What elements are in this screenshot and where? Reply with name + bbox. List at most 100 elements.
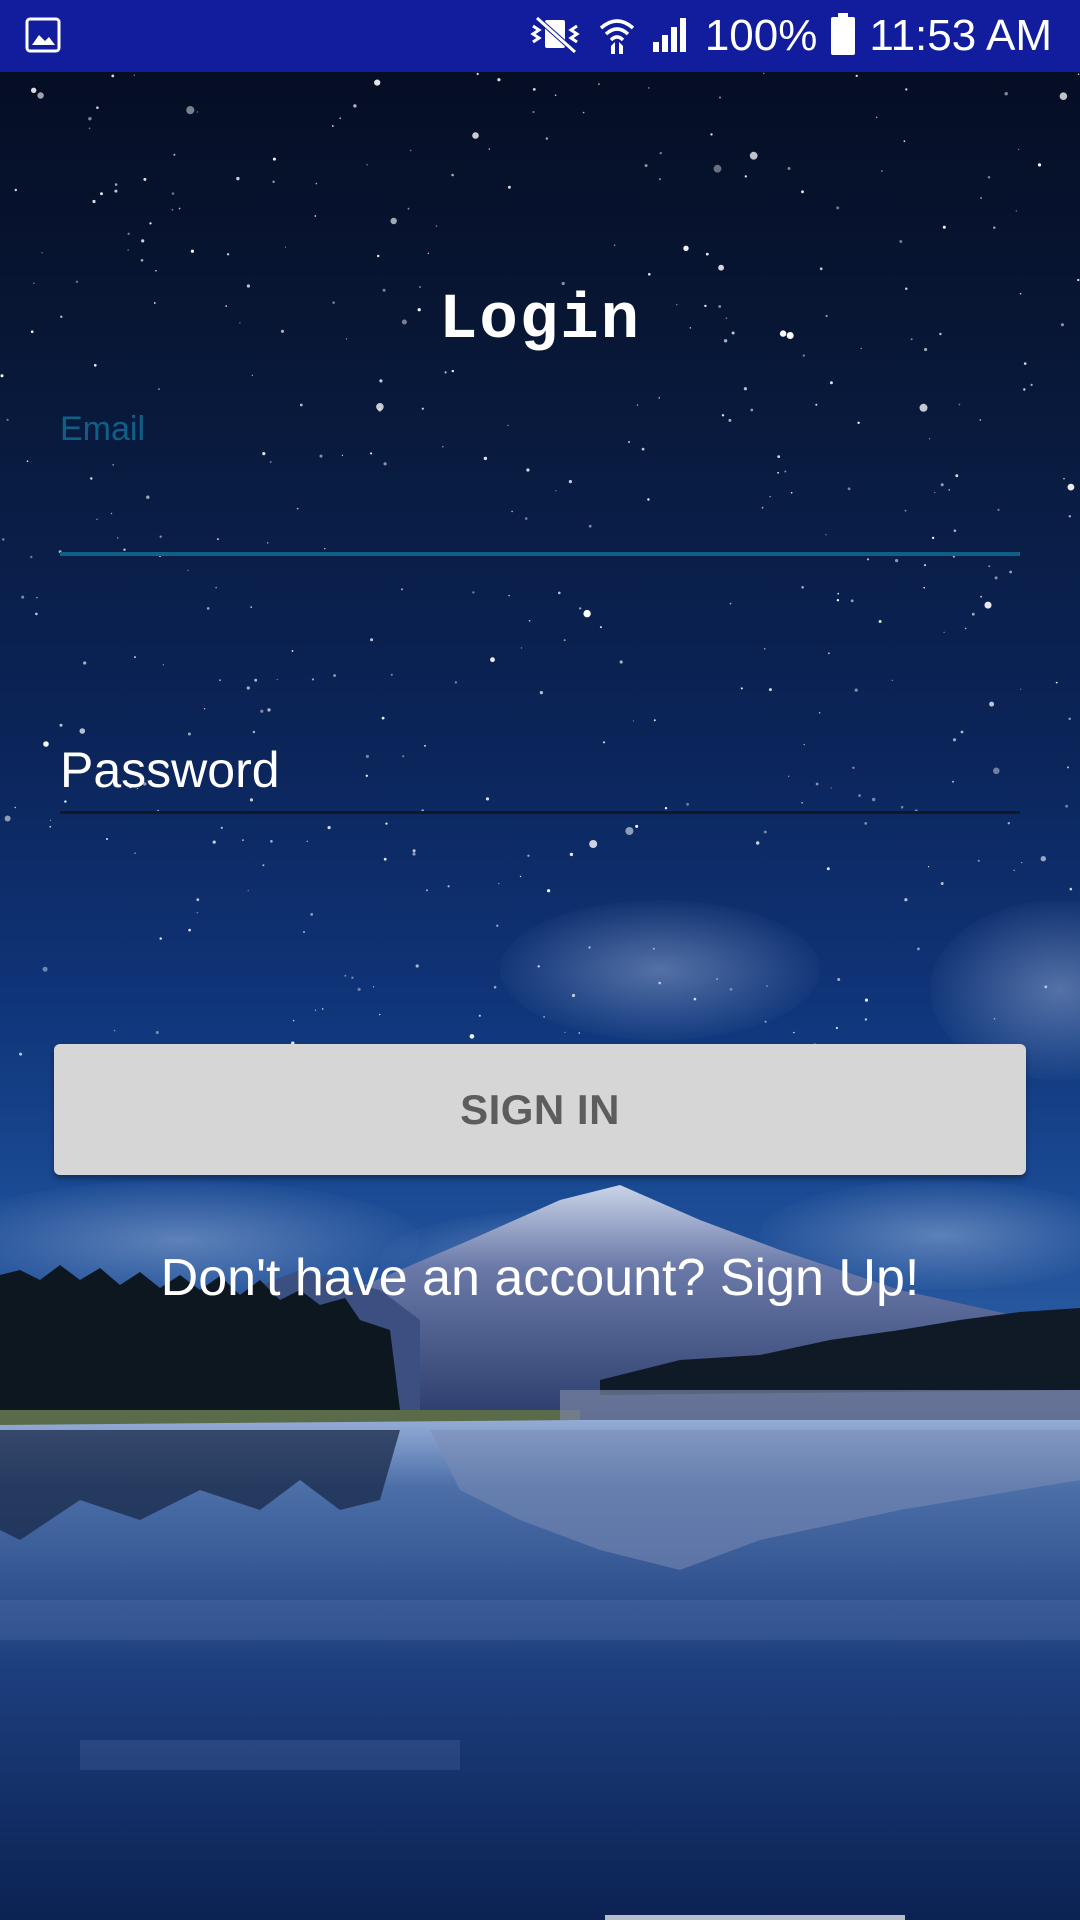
star xyxy=(366,164,368,166)
star xyxy=(374,79,381,86)
star xyxy=(520,647,523,649)
star xyxy=(658,397,660,399)
star xyxy=(940,882,944,885)
battery-percent: 100% xyxy=(704,11,818,60)
sign-up-link[interactable]: Don't have an account? Sign Up! xyxy=(0,1248,1080,1308)
star xyxy=(327,826,331,830)
battery-icon xyxy=(831,12,856,60)
star xyxy=(250,606,252,608)
star xyxy=(563,639,566,642)
star xyxy=(260,709,264,713)
star xyxy=(876,116,878,119)
star xyxy=(881,170,883,172)
star xyxy=(1021,861,1023,864)
star xyxy=(331,125,334,127)
star xyxy=(186,106,195,115)
star xyxy=(383,857,387,861)
star xyxy=(980,197,982,199)
star xyxy=(1023,388,1026,391)
star xyxy=(564,1031,566,1034)
star xyxy=(899,240,903,243)
star xyxy=(451,369,454,373)
star xyxy=(636,404,639,406)
star xyxy=(984,601,992,609)
star xyxy=(469,1034,475,1039)
email-input[interactable] xyxy=(60,469,1020,549)
star xyxy=(133,74,135,76)
star xyxy=(412,849,416,853)
star xyxy=(37,92,44,99)
star xyxy=(1067,766,1069,769)
email-underline xyxy=(60,552,1020,556)
star xyxy=(284,246,287,248)
star xyxy=(226,253,230,256)
star xyxy=(59,723,63,727)
star xyxy=(836,206,840,210)
sign-in-button[interactable]: SIGN IN xyxy=(54,1044,1026,1175)
star xyxy=(276,678,278,681)
star xyxy=(740,687,743,690)
star xyxy=(582,111,585,114)
star xyxy=(353,104,357,108)
star xyxy=(905,88,908,91)
star xyxy=(1013,869,1016,872)
star xyxy=(19,1052,23,1056)
star xyxy=(2,538,5,541)
star xyxy=(980,595,982,598)
star xyxy=(1077,278,1080,282)
star xyxy=(644,164,648,168)
star xyxy=(1077,73,1080,75)
wifi-icon xyxy=(597,14,637,59)
status-icons: 100% 11:53 AM xyxy=(527,0,1052,72)
star xyxy=(977,859,980,862)
star xyxy=(111,74,115,78)
star xyxy=(994,576,998,580)
star xyxy=(173,153,176,156)
star xyxy=(1030,383,1033,386)
star xyxy=(719,96,721,99)
star xyxy=(744,175,747,178)
star xyxy=(819,267,823,271)
password-input[interactable] xyxy=(60,730,1020,810)
star xyxy=(333,674,336,677)
star xyxy=(267,708,271,712)
email-field[interactable]: Email xyxy=(60,410,1020,556)
star xyxy=(539,691,544,695)
star xyxy=(215,587,217,589)
star xyxy=(648,273,651,276)
star xyxy=(315,182,318,185)
password-field[interactable] xyxy=(60,730,1020,814)
star xyxy=(476,72,479,76)
star xyxy=(829,381,833,385)
star xyxy=(472,591,475,594)
star xyxy=(1015,210,1018,212)
star xyxy=(379,1013,381,1016)
star xyxy=(236,176,240,181)
star xyxy=(162,664,164,666)
star xyxy=(855,74,858,77)
star xyxy=(864,822,868,825)
star xyxy=(196,911,199,914)
star xyxy=(339,117,342,119)
star xyxy=(743,387,748,391)
star xyxy=(625,827,634,835)
star xyxy=(659,152,662,155)
star xyxy=(1059,92,1068,100)
star xyxy=(864,1018,868,1021)
star xyxy=(155,269,157,272)
star xyxy=(171,192,175,195)
star xyxy=(763,647,766,650)
star xyxy=(203,708,206,710)
star xyxy=(583,609,591,618)
star xyxy=(478,1014,481,1017)
star xyxy=(14,188,17,192)
page-title: Login xyxy=(438,285,642,357)
star xyxy=(157,388,160,391)
star xyxy=(447,885,450,888)
star xyxy=(532,110,535,114)
star xyxy=(658,178,662,181)
star xyxy=(254,678,258,682)
star xyxy=(942,225,946,229)
star xyxy=(140,259,144,262)
star xyxy=(519,875,522,878)
